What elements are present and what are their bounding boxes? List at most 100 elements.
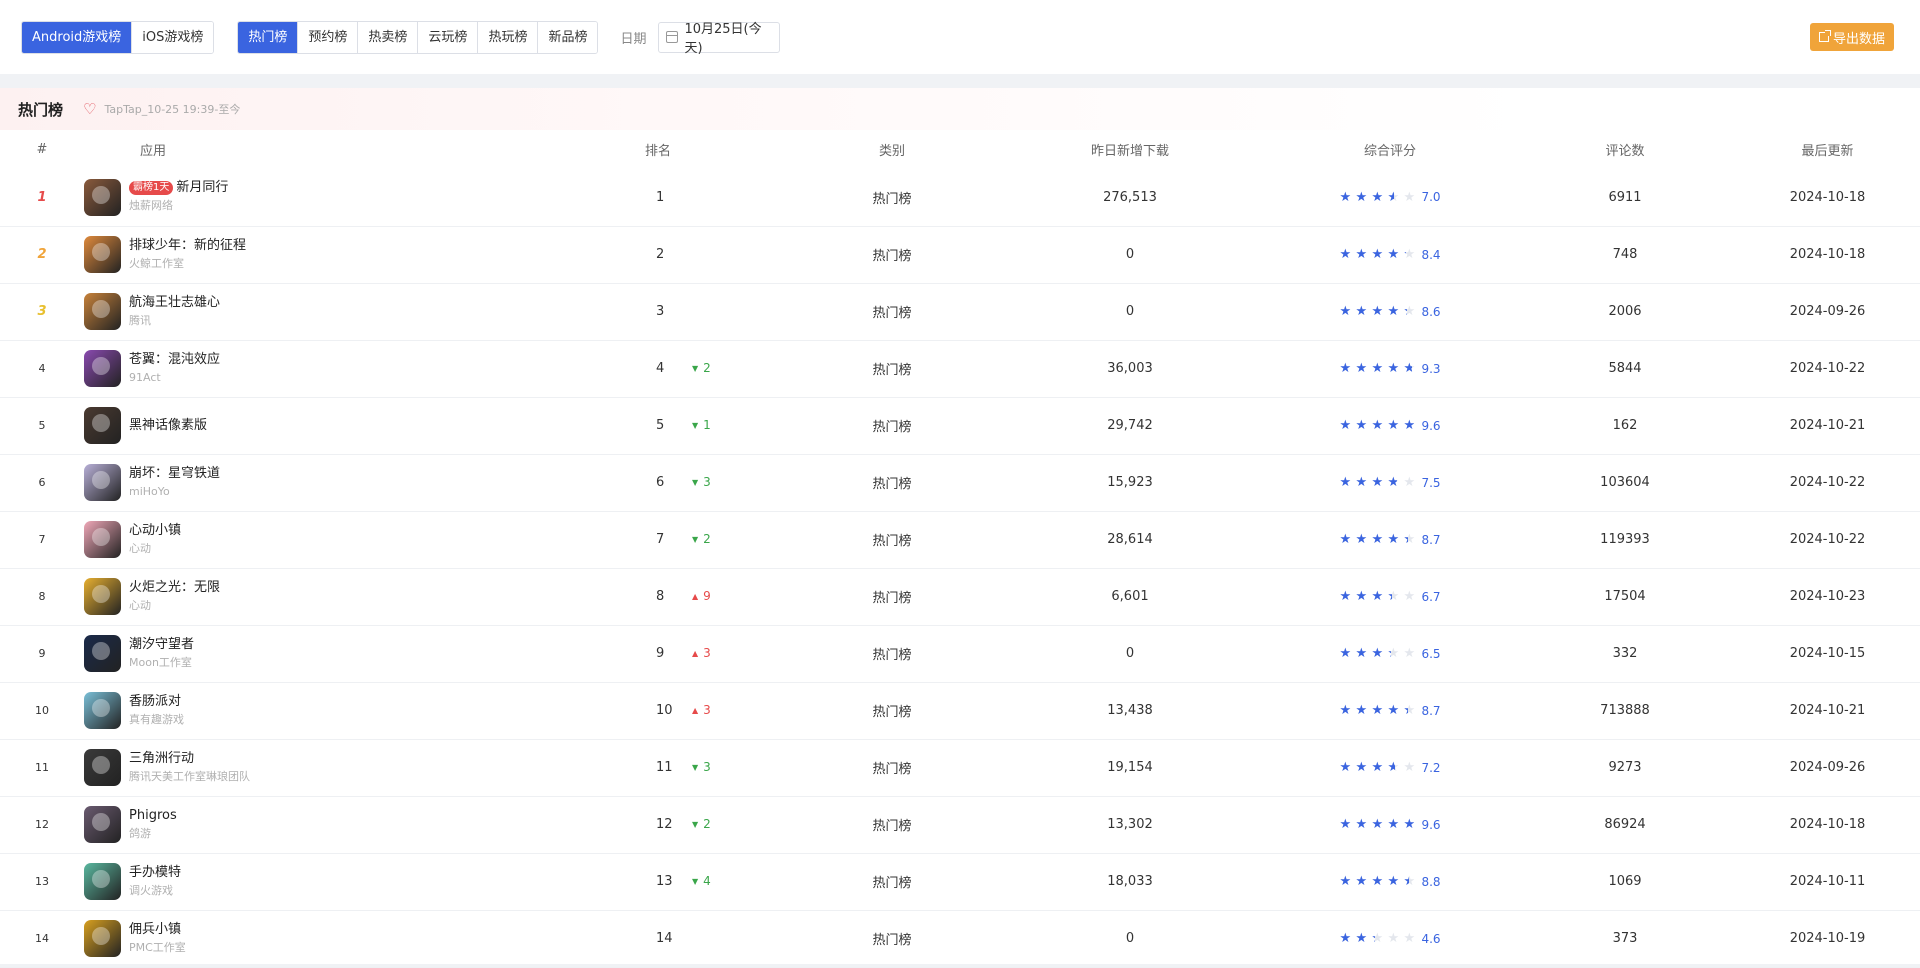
table-row[interactable]: 4 苍翼：混沌效应 91Act 4 ▼ 2 热门榜 36,003 ★ ★ ★ ★ ★ ★ ★ ★ ★… (0, 340, 1920, 398)
app-cell[interactable]: 黑神话像素版 (84, 407, 639, 444)
rank-value: 7 (656, 532, 665, 547)
cell-updated: 2024-10-11 (1735, 853, 1920, 911)
app-cell[interactable]: 佣兵小镇 PMC工作室 (84, 920, 639, 957)
cell-app: 航海王壮志雄心 腾讯 (84, 283, 639, 341)
table-row[interactable]: 1 霸榜1天新月同行 烛薪网络 1 热门榜 276,513 ★★★★★★★★★★… (0, 169, 1920, 227)
app-cell[interactable]: 香肠派对 真有趣游戏 (84, 692, 639, 729)
table-row[interactable]: 3 航海王壮志雄心 腾讯 3 热门榜 0 ★★★★★★★★★★8.6 2006 … (0, 283, 1920, 341)
rating-stars: ★★★★★★★★★★6.7 (1339, 589, 1440, 604)
cell-rank: 9 ▲ 3 (639, 625, 789, 683)
tab-reserve[interactable]: 预约榜 (298, 21, 359, 53)
table-row[interactable]: 2 排球少年：新的征程 火鲸工作室 2 热门榜 0 ★★★★★★★★★★8.4 … (0, 226, 1920, 284)
table-row[interactable]: 5 黑神话像素版 5 ▼ 1 热门榜 29,742 ★ ★ ★ ★ ★ ★ ★ ★ ★ ★ 9.6 16… (0, 397, 1920, 455)
table-row[interactable]: 14 佣兵小镇 PMC工作室 14 热门榜 0 ★★★★★★★★★★4.6 37… (0, 910, 1920, 968)
cell-index: 14 (0, 910, 84, 968)
tab-android[interactable]: Android游戏榜 (22, 21, 133, 53)
table-row[interactable]: 6 崩坏：星穹铁道 miHoYo 6 ▼ 3 热门榜 15,923 ★ ★ ★ ★ ★ ★ ★ ★… (0, 454, 1920, 512)
star-icon: ★★ (1355, 418, 1368, 433)
star-icon: ★★ (1355, 589, 1368, 604)
cell-app: 霸榜1天 新月同行 烛薪网络 (84, 169, 639, 227)
date-picker[interactable]: 10月25日(今天) (658, 21, 781, 56)
app-cell[interactable]: 崩坏：星穹铁道 miHoYo (84, 464, 639, 501)
app-cell[interactable]: 心动小镇 心动 (84, 521, 639, 558)
app-cell[interactable]: 排球少年：新的征程 火鲸工作室 (84, 236, 639, 273)
rank-index: 10 (35, 704, 49, 717)
cell-rating: ★★★★★★★★★★7.5 (1265, 454, 1515, 512)
star-icon: ★★ (1355, 760, 1368, 775)
cell-rank: 3 (639, 283, 789, 341)
app-icon (84, 749, 121, 786)
app-icon (84, 521, 121, 558)
tab-cloud[interactable]: 云玩榜 (418, 21, 479, 53)
app-name: 霸榜1天 新月同行 (129, 179, 228, 197)
app-cell[interactable]: Phigros 鸽游 (84, 806, 639, 843)
cell-category: 热门榜 (789, 283, 995, 341)
cell-reviews: 748 (1515, 226, 1735, 284)
rating-score: 4.6 (1421, 931, 1441, 946)
star-icon: ★★ (1387, 646, 1400, 661)
table-row[interactable]: 12 Phigros 鸽游 12 ▼ 2 热门榜 13,302 ★ ★ ★ ★ ★ ★ ★ ★ ★ ★… (0, 796, 1920, 854)
star-icon: ★★ (1387, 189, 1400, 205)
cell-downloads: 0 (995, 283, 1265, 341)
cell-category: 热门榜 (789, 853, 995, 911)
rank-change: ▼ 3 (692, 760, 711, 774)
rank-change: ▲ 3 (692, 646, 711, 660)
star-icon: ★★ (1403, 760, 1416, 775)
rank-change: ▼ 2 (692, 817, 711, 831)
tab-ios[interactable]: iOS游戏榜 (132, 21, 214, 53)
cell-updated: 2024-10-18 (1735, 169, 1920, 227)
heart-icon[interactable]: ♡ (83, 100, 96, 118)
chart-tabs: 热门榜 预约榜 热卖榜 云玩榜 热玩榜 新品榜 (237, 20, 599, 54)
table-row[interactable]: 11 三角洲行动 腾讯天美工作室琳琅团队 11 ▼ 3 热门榜 19,154 ★ ★ ★… (0, 739, 1920, 797)
app-cell[interactable]: 手办模特 调火游戏 (84, 863, 639, 900)
cell-updated: 2024-10-18 (1735, 226, 1920, 284)
star-icon: ★★ (1371, 247, 1384, 262)
rating-score: 9.3 (1421, 361, 1441, 376)
tab-hot-play[interactable]: 热玩榜 (478, 21, 539, 53)
cell-category: 热门榜 (789, 169, 995, 227)
table-row[interactable]: 13 手办模特 调火游戏 13▼4 热门榜 18,033 ★★★★★★★★★★8… (0, 853, 1920, 911)
tab-bestseller[interactable]: 热卖榜 (358, 21, 419, 53)
cell-category: 热门榜 (789, 910, 995, 968)
star-icon: ★★ (1403, 247, 1416, 262)
star-icon: ★★ (1339, 532, 1352, 547)
star-icon: ★★ (1371, 304, 1384, 319)
export-button[interactable]: 导出数据 (1809, 23, 1894, 51)
app-cell[interactable]: 三角洲行动 腾讯天美工作室琳琅团队 (84, 749, 639, 786)
app-cell[interactable]: 火炬之光：无限 心动 (84, 578, 639, 615)
app-cell[interactable]: 霸榜1天 新月同行 烛薪网络 (84, 178, 639, 216)
table-header: # 应用 排名 类别 昨日新增下载 综合评分 评论数 最后更新 (0, 130, 1920, 169)
rating-score: 8.4 (1421, 247, 1441, 262)
rank-value: 11 (656, 760, 673, 775)
app-name: 手办模特 (129, 864, 182, 880)
tab-new[interactable]: 新品榜 (538, 21, 598, 53)
rating-score: 8.7 (1421, 703, 1441, 718)
cell-downloads: 18,033 (995, 853, 1265, 911)
cell-updated: 2024-10-21 (1735, 397, 1920, 455)
star-icon: ★★ (1371, 760, 1384, 775)
cell-reviews: 6911 (1515, 169, 1735, 227)
app-cell[interactable]: 航海王壮志雄心 腾讯 (84, 293, 639, 330)
cell-updated: 2024-09-26 (1735, 739, 1920, 797)
cell-reviews: 17504 (1515, 568, 1735, 626)
table-row[interactable]: 10 香肠派对 真有趣游戏 10▲3 热门榜 13,438 ★★★★★★★★★★… (0, 682, 1920, 740)
tab-hot[interactable]: 热门榜 (238, 21, 299, 53)
table-row[interactable]: 7 心动小镇 心动 7▼2 热门榜 28,614 ★★★★★★★★★★8.7 1… (0, 511, 1920, 569)
table-row[interactable]: 8 火炬之光：无限 心动 8▲9 热门榜 6,601 ★★★★★★★★★★6.7… (0, 568, 1920, 626)
cell-category: 热门榜 (789, 340, 995, 398)
cell-category: 热门榜 (789, 796, 995, 854)
rank-value: 2 (656, 247, 665, 262)
app-name: 航海王壮志雄心 (129, 294, 221, 310)
app-cell[interactable]: 苍翼：混沌效应 91Act (84, 350, 639, 387)
star-icon: ★★ (1403, 189, 1416, 205)
star-icon: ★★ (1403, 361, 1416, 376)
star-icon: ★★ (1387, 361, 1400, 376)
arrow-down-icon: ▼ (692, 478, 699, 487)
app-cell[interactable]: 潮汐守望者 Moon工作室 (84, 635, 639, 672)
date-label: 日期 (620, 31, 647, 47)
rank-index: 6 (38, 476, 46, 489)
rank-value: 12 (656, 817, 673, 832)
star-icon: ★★ (1387, 703, 1400, 718)
table-row[interactable]: 9 潮汐守望者 Moon工作室 9▲3 热门榜 0 ★★★★★★★★★★6.5 … (0, 625, 1920, 683)
rank-value: 4 (656, 361, 665, 376)
